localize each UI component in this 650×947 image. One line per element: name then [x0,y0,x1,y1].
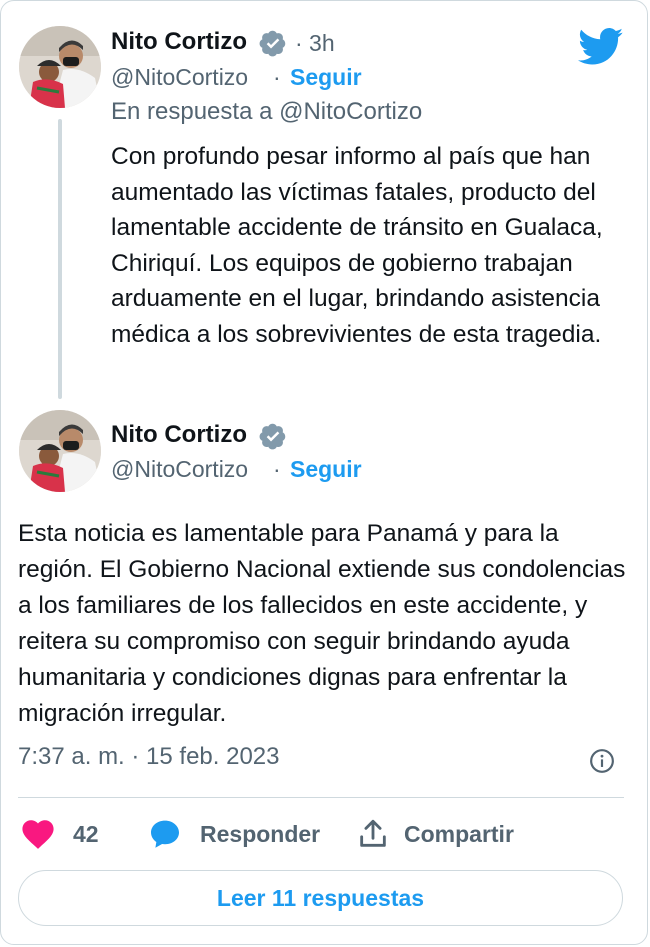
like-count: 42 [73,820,99,847]
reply-label: Responder [200,820,321,847]
follow-button[interactable]: Seguir [290,456,362,483]
divider [18,797,624,798]
share-icon [360,819,386,847]
separator-dot: · [273,64,281,90]
avatar-photo [19,26,101,108]
embedded-tweet-card: Nito Cortizo · 3h @NitoCortizo · Seguir … [0,0,648,945]
twitter-bird-icon[interactable] [578,28,624,66]
tweet-timestamp[interactable]: 7:37 a. m. · 15 feb. 2023 [18,743,280,771]
avatar[interactable] [19,410,101,492]
like-button[interactable]: 42 [21,814,99,854]
author-name[interactable]: Nito Cortizo [111,28,247,56]
author-handle[interactable]: @NitoCortizo [111,456,248,483]
author-handle[interactable]: @NitoCortizo [111,64,248,91]
follow-button[interactable]: Seguir [290,64,362,91]
reply-button[interactable]: Responder [148,814,320,854]
verified-badge-icon [259,30,286,57]
share-button[interactable]: Compartir [356,814,514,854]
main-tweet-text: Esta noticia es lamentable para Panamá y… [18,520,626,727]
verified-badge-icon [259,423,286,450]
share-label: Compartir [404,820,514,847]
thread-connector-line [58,119,62,399]
in-reply-to-label[interactable]: En respuesta a @NitoCortizo [111,98,422,126]
relative-time[interactable]: · 3h [295,30,335,57]
read-replies-button[interactable]: Leer 11 respuestas [18,870,623,926]
reply-bubble-icon [151,820,179,848]
author-name[interactable]: Nito Cortizo [111,421,247,449]
info-icon[interactable] [589,748,615,774]
reply-tweet-text: Con profundo pesar informo al país que h… [111,143,603,348]
separator-dot: · [273,456,281,482]
avatar[interactable] [19,26,101,108]
heart-icon [22,820,54,849]
avatar-photo [19,410,101,492]
